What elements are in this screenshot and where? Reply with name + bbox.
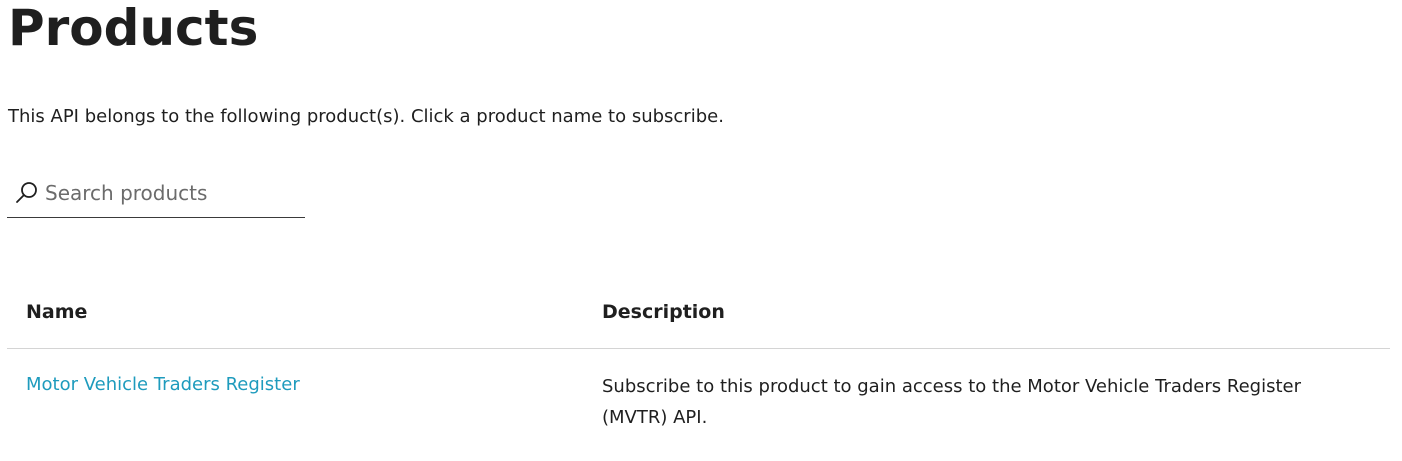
product-description: Subscribe to this product to gain access… [602,376,1301,428]
column-header-description[interactable]: Description [602,301,725,323]
intro-text: This API belongs to the following produc… [8,106,724,127]
column-header-name[interactable]: Name [26,301,87,323]
search-input[interactable] [45,176,295,210]
products-table: Name Description Motor Vehicle Traders R… [7,285,1390,449]
table-header: Name Description [7,285,1390,349]
search-box[interactable] [7,172,305,218]
page-title: Products [8,0,259,57]
product-link[interactable]: Motor Vehicle Traders Register [26,373,300,397]
search-icon [14,180,40,206]
table-row: Motor Vehicle Traders Register Subscribe… [7,349,1390,449]
